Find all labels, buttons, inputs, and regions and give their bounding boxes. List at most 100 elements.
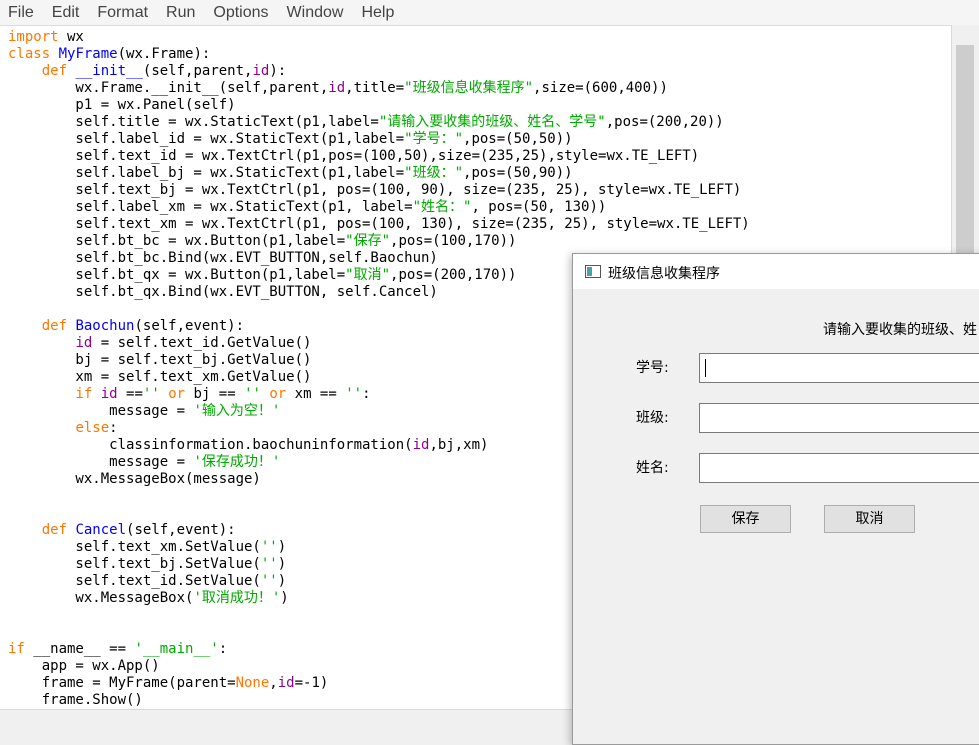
code-token: , — [269, 675, 278, 691]
code-line: def __init__(self,parent,id): — [8, 63, 750, 80]
code-token: : — [109, 420, 118, 436]
menu-item-window[interactable]: Window — [278, 0, 353, 25]
class-input[interactable] — [699, 403, 979, 433]
code-token: or — [269, 386, 287, 402]
code-token: id — [412, 437, 430, 453]
menu-item-help[interactable]: Help — [352, 0, 403, 25]
name-label: 姓名: — [636, 460, 669, 476]
menu-item-options[interactable]: Options — [204, 0, 277, 25]
code-token: classinformation.baochuninformation( — [8, 437, 413, 453]
code-token: self.text_bj.SetValue( — [8, 556, 261, 572]
text-caret — [705, 359, 706, 377]
code-line: self.label_xm = wx.StaticText(p1, label=… — [8, 199, 750, 216]
code-token: self.text_xm.SetValue( — [8, 539, 261, 555]
code-token: '' — [345, 386, 363, 402]
code-token: "姓名：" — [412, 199, 472, 215]
code-token: p1 = wx.Panel(self) — [8, 97, 236, 113]
code-token: wx.MessageBox( — [8, 590, 194, 606]
window-title: 班级信息收集程序 — [608, 266, 720, 282]
code-token: self.text_xm = wx.TextCtrl(p1, pos=(100,… — [8, 216, 750, 232]
code-line: p1 = wx.Panel(self) — [8, 97, 750, 114]
code-token: __init__ — [75, 63, 143, 79]
code-token: ,size=(600,400)) — [533, 80, 668, 96]
code-token: id — [75, 335, 93, 351]
code-token: id — [277, 675, 295, 691]
code-token: self.label_bj = wx.StaticText(p1,label= — [8, 165, 405, 181]
code-token: '' — [260, 573, 278, 589]
code-token: class — [8, 46, 51, 62]
code-token: '' — [244, 386, 261, 402]
code-token: id — [100, 386, 118, 402]
code-token: message = — [8, 403, 194, 419]
code-token: self.text_bj = wx.TextCtrl(p1, pos=(100,… — [8, 182, 742, 198]
code-token: self.bt_bc = wx.Button(p1,label= — [8, 233, 346, 249]
code-token: '输入为空！' — [193, 403, 281, 419]
code-token: or — [168, 386, 186, 402]
menu-item-edit[interactable]: Edit — [43, 0, 89, 25]
vertical-scrollbar-thumb[interactable] — [956, 45, 974, 255]
cancel-button[interactable]: 取消 — [824, 505, 915, 533]
code-token: = self.text_id.GetValue() — [92, 335, 312, 351]
code-token: self.bt_qx.Bind(wx.EVT_BUTTON, self.Canc… — [8, 284, 438, 300]
code-token: ,pos=(50,50)) — [463, 131, 573, 147]
code-token: ,pos=(50,90)) — [463, 165, 573, 181]
code-token: (wx.Frame): — [117, 46, 211, 62]
code-token: Cancel — [75, 522, 127, 538]
code-line: self.text_id = wx.TextCtrl(p1,pos=(100,5… — [8, 148, 750, 165]
code-token: wx — [58, 29, 84, 45]
code-token: bj == — [185, 386, 245, 402]
code-line: class MyFrame(wx.Frame): — [8, 46, 750, 63]
code-token: bj = self.text_bj.GetValue() — [8, 352, 312, 368]
student-id-label: 学号: — [636, 360, 669, 376]
code-token: self.text_id = wx.TextCtrl(p1,pos=(100,5… — [8, 148, 700, 164]
code-token: ,pos=(100,170)) — [390, 233, 517, 249]
menu-item-format[interactable]: Format — [88, 0, 157, 25]
menu-item-run[interactable]: Run — [157, 0, 204, 25]
name-input[interactable] — [699, 453, 979, 483]
menu-item-file[interactable]: File — [0, 0, 43, 25]
code-token: ,pos=(200,20)) — [605, 114, 724, 130]
code-token: id — [328, 80, 346, 96]
code-token: "保存" — [345, 233, 391, 249]
code-line: wx.Frame.__init__(self,parent,id,title="… — [8, 80, 750, 97]
code-token: MyFrame — [58, 46, 118, 62]
app-window: 班级信息收集程序 请输入要收集的班级、姓 学号: 班级: 姓名: 保存 取消 — [572, 253, 979, 745]
code-token: frame = MyFrame(parent= — [8, 675, 236, 691]
code-token: "班级：" — [404, 165, 464, 181]
form-heading: 请输入要收集的班级、姓 — [823, 322, 977, 338]
code-token: '取消成功！' — [193, 590, 281, 606]
code-token: (self,event): — [126, 522, 236, 538]
code-token: import — [8, 29, 59, 45]
window-titlebar[interactable]: 班级信息收集程序 — [573, 254, 979, 289]
student-id-input[interactable] — [699, 353, 979, 383]
code-token: =-1) — [294, 675, 329, 691]
code-token: ) — [277, 539, 287, 555]
code-token: '保存成功！' — [193, 454, 281, 470]
code-token: (self,parent, — [142, 63, 253, 79]
code-line: self.text_bj = wx.TextCtrl(p1, pos=(100,… — [8, 182, 750, 199]
code-token: message = — [8, 454, 194, 470]
code-token: frame.Show() — [8, 692, 143, 708]
code-line: import wx — [8, 29, 750, 46]
code-token: self.label_xm = wx.StaticText(p1, label= — [8, 199, 413, 215]
code-token: ,pos=(200,170)) — [390, 267, 517, 283]
code-token: ) — [280, 590, 289, 606]
code-token: ,title= — [345, 80, 405, 96]
code-token: None — [235, 675, 270, 691]
code-line: self.bt_bc = wx.Button(p1,label="保存",pos… — [8, 233, 750, 250]
code-token: == — [117, 386, 143, 402]
code-token: : — [218, 641, 228, 657]
code-token: def — [41, 522, 68, 538]
code-line: self.text_xm = wx.TextCtrl(p1, pos=(100,… — [8, 216, 750, 233]
code-token: self.title = wx.StaticText(p1,label= — [8, 114, 379, 130]
code-token: Baochun — [75, 318, 135, 334]
code-token: id — [252, 63, 270, 79]
code-token: wx.MessageBox(message) — [8, 471, 261, 487]
menu-bar: File Edit Format Run Options Window Help — [0, 0, 979, 25]
save-button[interactable]: 保存 — [700, 505, 791, 533]
